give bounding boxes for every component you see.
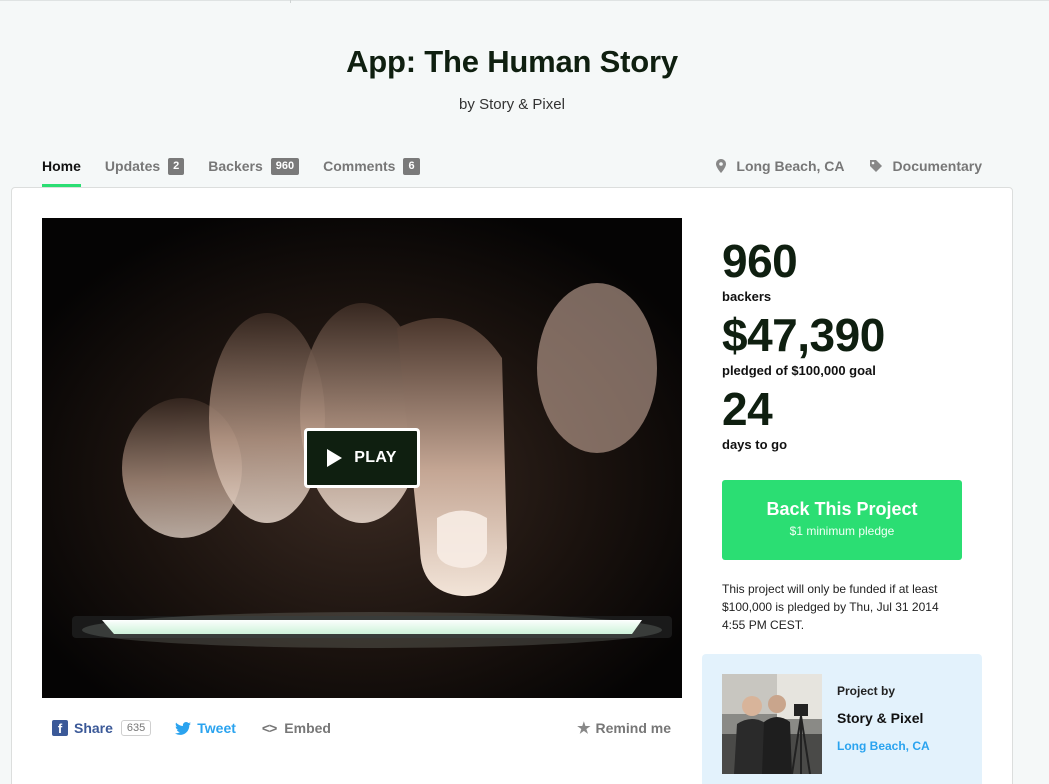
comments-count-badge: 6 — [403, 157, 420, 175]
days-to-go-label: days to go — [722, 437, 788, 452]
project-byline: by Story & Pixel — [0, 96, 1024, 113]
project-tabs: Home Updates 2 Backers 960 Comments 6 — [42, 156, 444, 188]
tweet-button[interactable]: Tweet — [175, 720, 236, 736]
back-this-project-button[interactable]: Back This Project $1 minimum pledge — [722, 480, 962, 560]
play-label: PLAY — [354, 449, 397, 466]
map-pin-icon — [716, 159, 727, 173]
tab-comments-label: Comments — [323, 158, 396, 174]
twitter-bird-icon — [175, 721, 192, 735]
back-button-sublabel: $1 minimum pledge — [789, 524, 895, 538]
project-by-heading: Project by — [837, 684, 896, 698]
remind-me-button[interactable]: ★ Remind me — [577, 719, 671, 737]
creator-location-link[interactable]: Long Beach, CA — [837, 739, 930, 753]
play-icon — [327, 449, 343, 467]
updates-count-badge: 2 — [168, 157, 185, 175]
facebook-icon: f — [52, 720, 68, 736]
project-meta: Long Beach, CA Documentary — [692, 156, 982, 176]
top-border-tick — [290, 0, 291, 3]
pledged-goal-label: pledged of $100,000 goal — [722, 363, 876, 378]
facebook-share-label: Share — [74, 720, 113, 736]
share-bar: f Share 635 Tweet <> Embed ★ Remind me — [52, 716, 672, 740]
creator-photo-image — [722, 674, 822, 774]
byline-creator-link[interactable]: Story & Pixel — [479, 96, 565, 113]
creator-name-link[interactable]: Story & Pixel — [837, 710, 923, 726]
funding-deadline-note: This project will only be funded if at l… — [722, 582, 939, 632]
tab-backers[interactable]: Backers 960 — [208, 156, 300, 176]
location-link[interactable]: Long Beach, CA — [716, 158, 845, 174]
facebook-share-button[interactable]: f Share 635 — [52, 720, 152, 736]
tab-comments[interactable]: Comments 6 — [323, 156, 420, 176]
creator-avatar[interactable] — [722, 674, 822, 774]
category-link[interactable]: Documentary — [869, 158, 982, 174]
byline-prefix: by — [459, 96, 475, 113]
backers-label: backers — [722, 289, 772, 304]
facebook-share-count: 635 — [120, 720, 152, 736]
days-to-go-count: 24 — [722, 383, 773, 435]
remind-me-label: Remind me — [595, 720, 671, 736]
tab-backers-label: Backers — [208, 158, 263, 174]
backers-count: 960 — [722, 235, 798, 287]
tag-icon — [869, 160, 882, 172]
top-border — [0, 0, 1049, 1]
star-icon: ★ — [577, 720, 591, 737]
tab-updates-label: Updates — [104, 158, 161, 174]
code-brackets-icon: <> — [261, 720, 277, 736]
play-button[interactable]: PLAY — [304, 428, 420, 488]
project-title: App: The Human Story — [346, 44, 678, 79]
tab-home-label: Home — [42, 158, 81, 174]
backers-count-badge: 960 — [270, 157, 300, 175]
embed-label: Embed — [284, 720, 331, 736]
tab-updates[interactable]: Updates 2 — [104, 156, 185, 176]
back-button-label: Back This Project — [766, 499, 918, 519]
embed-button[interactable]: <> Embed — [262, 720, 331, 736]
location-label: Long Beach, CA — [736, 158, 845, 174]
category-label: Documentary — [892, 158, 982, 174]
tweet-label: Tweet — [197, 720, 236, 736]
tab-home[interactable]: Home — [42, 156, 81, 188]
pledged-amount: $47,390 — [722, 309, 885, 361]
